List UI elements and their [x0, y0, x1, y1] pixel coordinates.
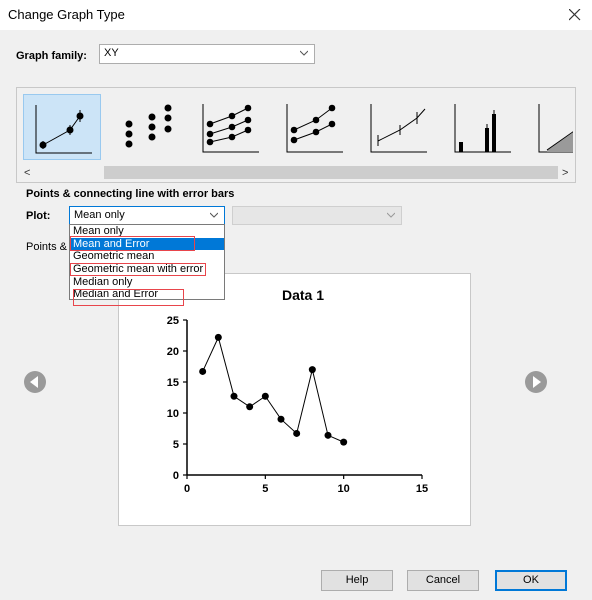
data-point	[230, 392, 238, 400]
plot-label: Plot:	[26, 210, 51, 222]
graph-type-gallery: < >	[16, 87, 576, 183]
thumb-points-only[interactable]	[107, 94, 185, 160]
area-fill-icon	[538, 104, 573, 153]
spikes-icon	[454, 104, 511, 153]
chevron-down-icon	[210, 212, 218, 218]
thumb-points-connected-series[interactable]	[191, 94, 269, 160]
series-line	[202, 335, 344, 443]
next-button[interactable]	[524, 370, 548, 394]
secondary-select[interactable]	[232, 206, 402, 225]
points-connected-series-icon	[202, 104, 259, 153]
arrow-right-icon	[525, 371, 547, 393]
dropdown-option[interactable]: Median only	[70, 276, 224, 289]
data-point	[199, 367, 207, 375]
cancel-button[interactable]: Cancel	[407, 570, 479, 591]
arrow-left-icon	[24, 371, 46, 393]
section-heading: Points & connecting line with error bars	[26, 188, 235, 200]
y-tick-label: 0	[173, 470, 179, 482]
thumb-area-fill[interactable]	[527, 94, 573, 160]
graph-family-value: XY	[104, 47, 119, 59]
x-tick-label: 5	[262, 483, 268, 495]
graph-preview: Data 1 0 5 10 15 20 25 0 5 10 15	[118, 273, 471, 526]
graph-family-select[interactable]: XY	[99, 44, 315, 64]
data-point	[214, 333, 222, 341]
data-point	[308, 366, 316, 374]
dropdown-option[interactable]: Geometric mean	[70, 250, 224, 263]
y-tick-label: 10	[167, 408, 179, 420]
data-point	[246, 403, 254, 411]
close-button[interactable]	[558, 0, 592, 30]
chevron-down-icon	[387, 212, 395, 218]
data-point	[340, 438, 348, 446]
line-error-bars-icon	[370, 104, 427, 153]
y-tick-label: 25	[167, 315, 179, 327]
help-button[interactable]: Help	[321, 570, 393, 591]
thumb-points-connected-two[interactable]	[275, 94, 353, 160]
points-line-error-bars-icon	[35, 105, 92, 154]
y-tick-label: 15	[167, 377, 179, 389]
gallery-scrollbar[interactable]: < >	[18, 164, 574, 181]
chart-title: Data 1	[282, 287, 324, 303]
points-only-icon	[125, 104, 172, 148]
scrollbar-thumb[interactable]	[104, 166, 558, 179]
scroll-left-button[interactable]: <	[24, 167, 30, 179]
window-title: Change Graph Type	[8, 7, 125, 22]
x-tick-label: 15	[416, 483, 428, 495]
data-point	[277, 415, 285, 423]
thumb-points-line-error-bars[interactable]	[23, 94, 101, 160]
plot-select[interactable]: Mean only	[69, 206, 225, 225]
annotation-box	[70, 236, 195, 251]
chevron-down-icon	[300, 50, 308, 56]
annotation-box	[73, 289, 184, 306]
scroll-right-button[interactable]: >	[562, 167, 568, 179]
thumb-spikes[interactable]	[443, 94, 521, 160]
ok-button[interactable]: OK	[495, 570, 567, 591]
annotation-box	[70, 263, 206, 276]
data-point	[293, 429, 301, 437]
x-tick-label: 10	[338, 483, 350, 495]
preview-chart: Data 1 0 5 10 15 20 25 0 5 10 15	[167, 287, 428, 495]
graph-family-label: Graph family:	[16, 50, 87, 62]
y-tick-label: 20	[167, 346, 179, 358]
previous-button[interactable]	[23, 370, 47, 394]
thumb-line-error-bars[interactable]	[359, 94, 437, 160]
y-tick-label: 5	[173, 439, 179, 451]
points-connected-two-icon	[286, 104, 343, 153]
close-icon	[569, 9, 581, 21]
title-bar: Change Graph Type	[0, 0, 592, 30]
data-point	[324, 431, 332, 439]
x-tick-label: 0	[184, 483, 190, 495]
plot-select-value: Mean only	[74, 209, 125, 221]
data-point	[261, 392, 269, 400]
